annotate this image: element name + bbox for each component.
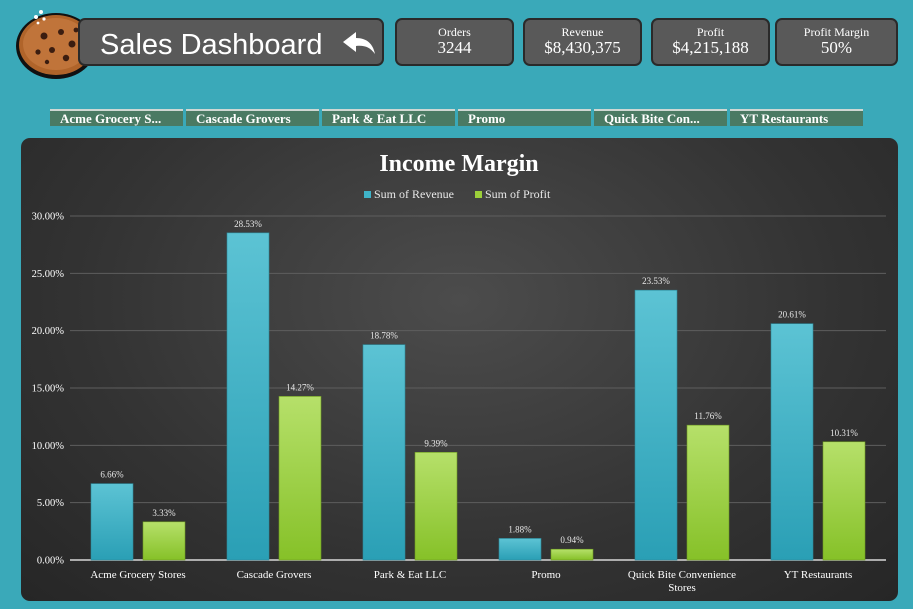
revenue-bar	[770, 323, 814, 561]
x-tick-label: Park & Eat LLC	[374, 569, 446, 581]
y-tick-label: 15.00%	[32, 384, 65, 395]
slicer-park-and-eat[interactable]: Park & Eat LLC	[322, 109, 455, 126]
slicer-acme-grocery[interactable]: Acme Grocery S...	[50, 109, 183, 126]
undo-arrow-icon[interactable]	[340, 29, 378, 57]
y-tick-label: 0.00%	[37, 556, 64, 567]
profit-bar	[278, 396, 322, 561]
legend-swatch	[475, 191, 482, 198]
y-tick-label: 30.00%	[32, 212, 65, 223]
page-title: Sales Dashboard	[100, 29, 323, 61]
slicer-quick-bite[interactable]: Quick Bite Con...	[594, 109, 727, 126]
x-tick-label: Cascade Grovers	[237, 569, 312, 581]
y-tick-label: 25.00%	[32, 269, 65, 280]
slicer-promo[interactable]: Promo	[458, 109, 591, 126]
y-axis: 0.00% 5.00% 10.00% 15.00% 20.00% 25.00% 30.00%	[32, 212, 65, 567]
x-tick-label: Acme Grocery Stores	[90, 569, 185, 581]
revenue-bar	[90, 483, 134, 561]
income-margin-chart: Income Margin Sum of Revenue Sum of Profi…	[32, 151, 886, 594]
legend-label: Sum of Revenue	[374, 187, 454, 201]
chart-gridlines	[70, 215, 886, 561]
data-label: 6.66%	[100, 470, 124, 480]
data-label: 11.76%	[694, 411, 722, 421]
revenue-bar	[226, 232, 270, 561]
kpi-profit-margin-card: Profit Margin 50%	[775, 18, 898, 66]
profit-bar	[550, 548, 594, 561]
data-label: 10.31%	[830, 428, 858, 438]
x-tick-label: Quick Bite Convenience Stores	[628, 569, 736, 594]
title-bar: Sales Dashboard	[78, 18, 384, 66]
x-tick-label: YT Restaurants	[784, 569, 853, 581]
revenue-bar	[498, 538, 542, 561]
kpi-orders-value: 3244	[437, 38, 472, 57]
chart-legend: Sum of Revenue Sum of Profit	[364, 187, 551, 201]
data-label: 28.53%	[234, 219, 262, 229]
data-label: 0.94%	[560, 535, 584, 545]
legend-swatch	[364, 191, 371, 198]
customer-slicer: Acme Grocery S... Cascade Grovers Park &…	[50, 109, 863, 126]
kpi-revenue-card: Revenue $8,430,375	[523, 18, 642, 66]
y-tick-label: 20.00%	[32, 326, 65, 337]
profit-bar	[686, 424, 730, 561]
revenue-bar	[634, 289, 678, 561]
income-margin-chart-panel: Income Margin Sum of Revenue Sum of Profi…	[21, 138, 898, 601]
y-tick-label: 5.00%	[37, 498, 64, 509]
slicer-yt-restaurants[interactable]: YT Restaurants	[730, 109, 863, 126]
data-label: 20.61%	[778, 310, 806, 320]
chart-title: Income Margin	[379, 151, 538, 177]
profit-bar	[142, 521, 186, 561]
legend-label: Sum of Profit	[485, 187, 551, 201]
kpi-profit-value: $4,215,188	[672, 38, 749, 57]
chart-bars: 6.66% 3.33% 28.53% 14.27% 18.78% 9.39% 1.88% 0.…	[90, 219, 866, 561]
data-label: 14.27%	[286, 382, 314, 392]
profit-bar	[414, 452, 458, 561]
data-label: 9.39%	[424, 438, 448, 448]
y-tick-label: 10.00%	[32, 441, 65, 452]
revenue-bar	[362, 344, 406, 561]
x-axis: Acme Grocery Stores Cascade Grovers Park &…	[90, 569, 852, 594]
profit-bar	[822, 441, 866, 561]
slicer-cascade-grovers[interactable]: Cascade Grovers	[186, 109, 319, 126]
x-tick-label: Promo	[531, 569, 561, 581]
kpi-profit-margin-value: 50%	[820, 38, 853, 57]
data-label: 1.88%	[508, 524, 532, 534]
kpi-revenue-value: $8,430,375	[544, 38, 621, 57]
data-label: 18.78%	[370, 331, 398, 341]
kpi-profit-card: Profit $4,215,188	[651, 18, 770, 66]
data-label: 3.33%	[152, 508, 176, 518]
kpi-orders-card: Orders 3244	[395, 18, 514, 66]
data-label: 23.53%	[642, 276, 670, 286]
